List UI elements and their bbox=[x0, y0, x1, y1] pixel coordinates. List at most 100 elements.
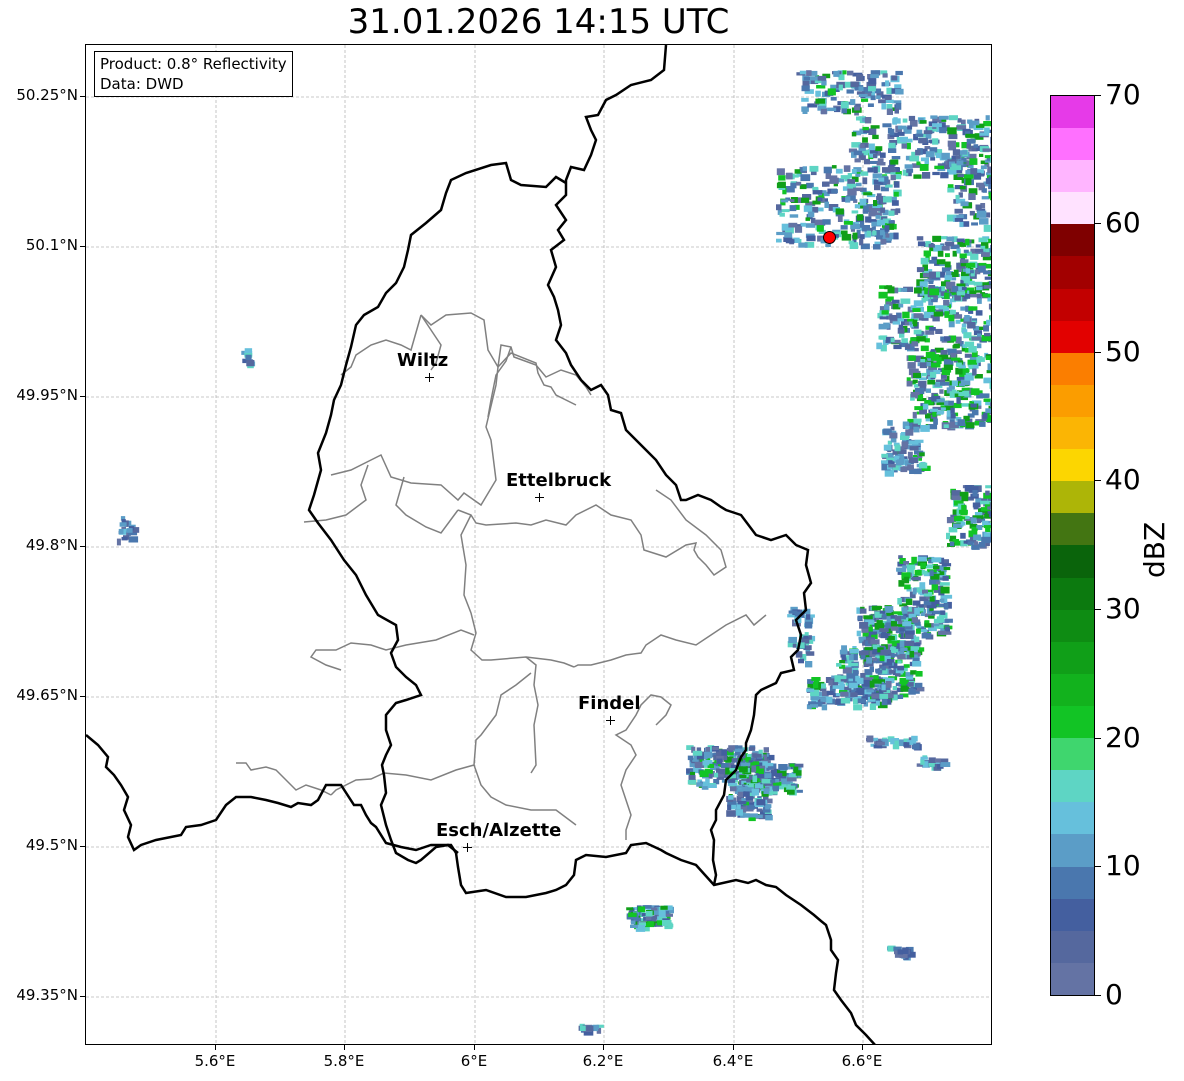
radar-echo-cell bbox=[985, 485, 991, 489]
radar-echo-cell bbox=[816, 85, 826, 89]
radar-echo-cell bbox=[840, 101, 849, 109]
radar-echo-cell bbox=[888, 210, 895, 216]
radar-echo-cell bbox=[764, 773, 772, 779]
radar-echo-cell bbox=[890, 159, 899, 165]
radar-echo-cell bbox=[912, 411, 917, 419]
radar-echo-cell bbox=[829, 177, 839, 184]
radar-echo-cell bbox=[951, 357, 961, 361]
radar-echo-cell bbox=[923, 311, 931, 319]
colorbar-segment bbox=[1051, 160, 1094, 193]
radar-echo-cell bbox=[937, 250, 944, 257]
radar-echo-cell bbox=[847, 188, 857, 196]
radar-echo-cell bbox=[945, 631, 952, 635]
radar-echo-cell bbox=[747, 804, 755, 810]
radar-echo-cell bbox=[976, 343, 982, 349]
radar-echo-cell bbox=[656, 920, 663, 926]
radar-echo-cell bbox=[776, 231, 786, 236]
radar-echo-cell bbox=[971, 336, 982, 341]
radar-echo-cell bbox=[687, 779, 696, 785]
radar-echo-cell bbox=[712, 746, 719, 750]
radar-echo-cell bbox=[873, 200, 878, 207]
radar-echo-cell bbox=[826, 696, 833, 704]
radar-echo-cell bbox=[873, 244, 881, 250]
radar-echo-cell bbox=[879, 628, 889, 633]
radar-echo-cell bbox=[952, 250, 957, 257]
radar-echo-cell bbox=[889, 315, 898, 321]
lat-tick bbox=[80, 96, 85, 97]
radar-echo-cell bbox=[894, 444, 901, 452]
radar-echo-cell bbox=[246, 360, 255, 367]
radar-echo-cell bbox=[765, 762, 774, 767]
radar-echo-cell bbox=[778, 181, 786, 188]
radar-echo-cell bbox=[699, 770, 709, 778]
radar-echo-cell bbox=[880, 632, 889, 639]
radar-echo-cell bbox=[903, 742, 910, 747]
radar-echo-cell bbox=[919, 120, 927, 124]
radar-echo-cell bbox=[982, 148, 991, 152]
radar-site-marker bbox=[823, 231, 836, 244]
radar-echo-cell bbox=[936, 259, 946, 265]
radar-echo-cell bbox=[779, 212, 785, 217]
radar-echo-cell bbox=[905, 630, 915, 635]
colorbar-segment bbox=[1051, 449, 1094, 482]
radar-echo-cell bbox=[868, 143, 875, 151]
radar-echo-cell bbox=[929, 595, 935, 602]
colorbar-segment bbox=[1051, 128, 1094, 161]
radar-echo-cell bbox=[913, 426, 920, 433]
radar-echo-cell bbox=[897, 654, 903, 660]
lat-tick bbox=[80, 846, 85, 847]
radar-echo-cell bbox=[907, 362, 916, 369]
radar-echo-cell bbox=[977, 298, 982, 304]
radar-echo-cell bbox=[725, 767, 730, 775]
lat-tick bbox=[80, 396, 85, 397]
data-source-text: Data: DWD bbox=[100, 75, 184, 93]
radar-echo-cell bbox=[900, 136, 908, 143]
radar-echo-cell bbox=[983, 224, 991, 232]
radar-echo-cell bbox=[990, 494, 991, 500]
radar-echo-cell bbox=[866, 230, 872, 237]
radar-echo-cell bbox=[904, 321, 909, 326]
radar-echo-cell bbox=[877, 158, 884, 162]
radar-echo-cell bbox=[911, 617, 918, 623]
radar-echo-cell bbox=[921, 632, 932, 639]
lat-label-50-1: 50.1°N bbox=[25, 236, 78, 254]
radar-echo-cell bbox=[936, 616, 945, 623]
radar-echo-cell bbox=[909, 446, 919, 451]
radar-echo-cell bbox=[955, 155, 961, 159]
radar-echo-cell bbox=[957, 419, 965, 426]
radar-echo-cell bbox=[979, 153, 984, 157]
radar-echo-cell bbox=[928, 243, 935, 248]
radar-echo-cell bbox=[956, 214, 964, 219]
radar-echo-cell bbox=[882, 613, 887, 620]
radar-echo-cell bbox=[919, 452, 925, 457]
colorbar-segment bbox=[1051, 95, 1094, 129]
radar-echo-cell bbox=[991, 261, 992, 265]
radar-echo-cell bbox=[825, 243, 831, 247]
radar-echo-cell bbox=[989, 382, 991, 389]
radar-echo-cell bbox=[897, 125, 907, 130]
radar-echo-cell bbox=[920, 425, 930, 432]
radar-echo-cell bbox=[821, 683, 826, 689]
radar-echo-cell bbox=[778, 175, 786, 181]
radar-echo-cell bbox=[914, 468, 922, 475]
radar-echo-cell bbox=[859, 238, 864, 246]
radar-echo-cell bbox=[860, 234, 865, 240]
radar-echo-cell bbox=[790, 182, 797, 189]
radar-echo-cell bbox=[976, 518, 982, 524]
city-label-findel: Findel bbox=[578, 693, 641, 714]
radar-echo-cell bbox=[971, 222, 978, 226]
radar-echo-cell bbox=[986, 319, 991, 326]
radar-echo-cell bbox=[743, 791, 750, 797]
radar-echo-cell bbox=[748, 746, 756, 751]
radar-echo-cell bbox=[716, 758, 723, 765]
radar-echo-cell bbox=[827, 107, 837, 112]
radar-echo-cell bbox=[815, 90, 821, 97]
radar-echo-cell bbox=[915, 682, 923, 688]
radar-echo-cell bbox=[786, 785, 796, 790]
radar-echo-cell bbox=[989, 129, 991, 133]
radar-echo-cell bbox=[579, 1025, 586, 1031]
colorbar-segment bbox=[1051, 224, 1094, 257]
lat-label-49-65: 49.65°N bbox=[16, 686, 78, 704]
radar-echo-cell bbox=[888, 669, 895, 674]
radar-echo-cell bbox=[824, 201, 829, 208]
